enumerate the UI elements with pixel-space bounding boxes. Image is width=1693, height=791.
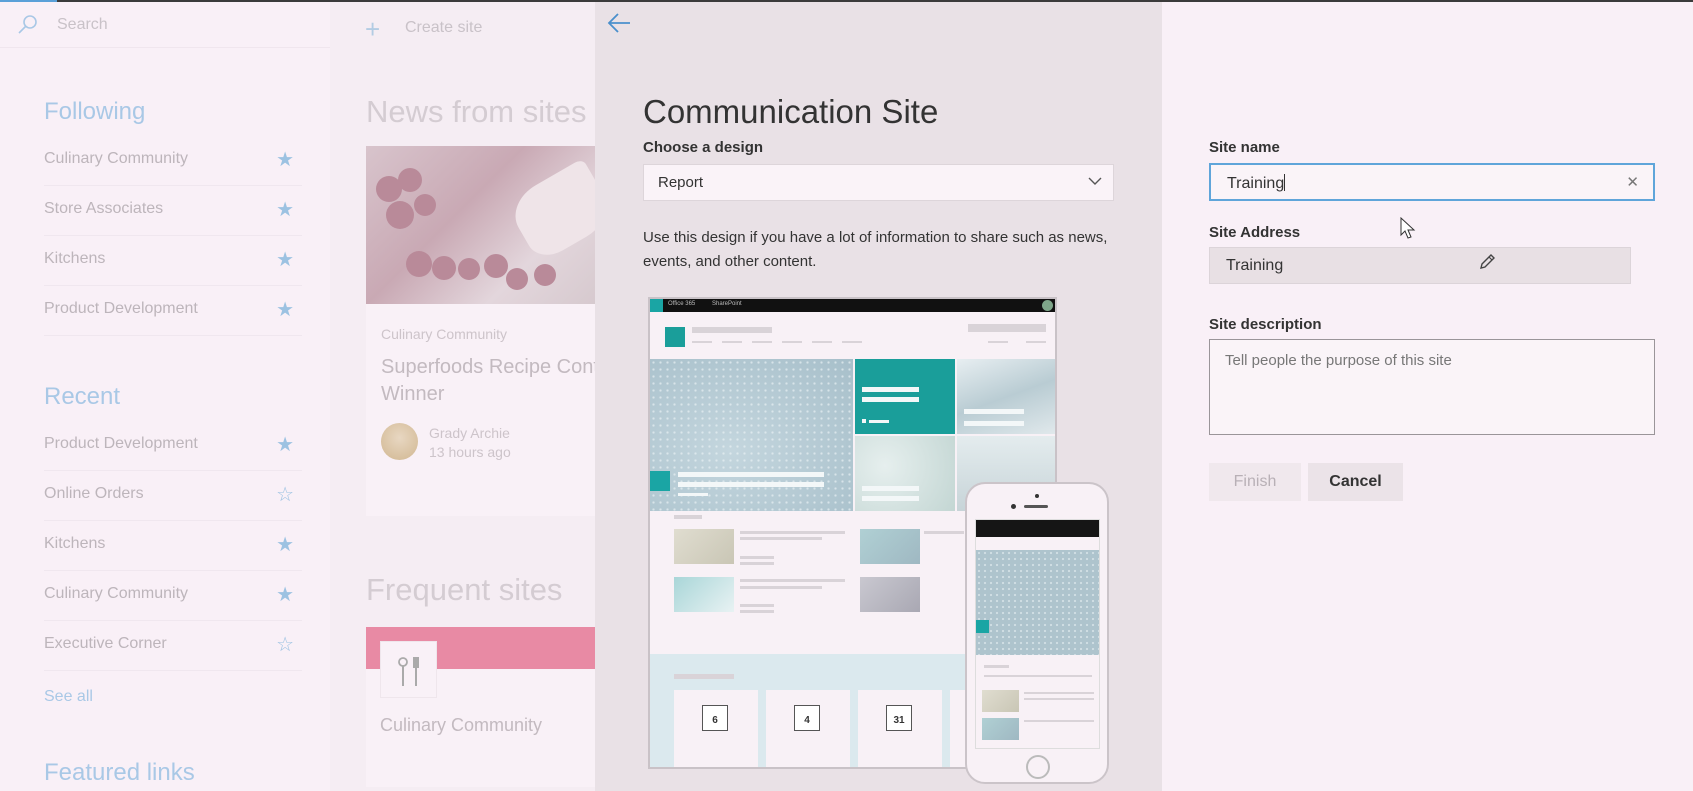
news-time: 13 hours ago <box>429 444 511 460</box>
pencil-edit-icon[interactable] <box>1478 253 1496 271</box>
news-author: Grady Archie <box>429 425 510 441</box>
star-filled-icon[interactable]: ★ <box>276 297 294 322</box>
text-caret <box>1284 174 1286 191</box>
app-launcher-icon <box>650 299 663 312</box>
design-label: Choose a design <box>643 139 764 156</box>
cancel-button[interactable]: Cancel <box>1308 463 1403 501</box>
design-description: Use this design if you have a lot of inf… <box>643 229 1108 270</box>
site-description-label: Site description <box>1209 316 1322 333</box>
star-filled-icon[interactable]: ★ <box>276 582 294 607</box>
search-icon <box>18 15 37 34</box>
preview-avatar <box>1042 300 1053 311</box>
following-item-label: Store Associates <box>44 200 164 217</box>
home-content: + Create site News from sites Culinary C… <box>330 2 595 791</box>
preview-hero <box>650 359 853 511</box>
news-image <box>366 146 595 304</box>
create-site-panel: Communication Site Choose a design Repor… <box>595 2 1162 791</box>
preview-suite-bar: Office 365 SharePoint <box>650 299 1055 312</box>
event-date: 31 <box>886 705 912 731</box>
preview-site-logo <box>665 327 685 347</box>
event-date: 6 <box>702 705 728 731</box>
event-date: 4 <box>794 705 820 731</box>
preview-app-name: Office 365 <box>668 301 696 307</box>
finish-button[interactable]: Finish <box>1209 463 1301 501</box>
site-description-input[interactable]: Tell people the purpose of this site <box>1209 339 1655 435</box>
preview-tile <box>957 359 1055 434</box>
search-box[interactable]: Search <box>0 2 330 48</box>
star-filled-icon[interactable]: ★ <box>276 197 294 222</box>
home-button-icon <box>1026 755 1050 779</box>
sidebar: Search Following Culinary Community ★ Stor… <box>0 2 330 791</box>
frequent-site-card[interactable]: Culinary Community <box>366 627 595 787</box>
preview-tile <box>855 359 955 434</box>
site-name-value: Training <box>1227 175 1285 192</box>
recent-item[interactable]: Culinary Community ★ <box>44 571 302 621</box>
recent-item-label: Online Orders <box>44 485 144 502</box>
mobile-preview <box>965 482 1109 784</box>
following-item-label: Product Development <box>44 300 198 317</box>
site-description-placeholder: Tell people the purpose of this site <box>1225 352 1452 369</box>
site-form: Site name Training ✕ Site Address Traini… <box>1162 2 1693 791</box>
clear-icon[interactable]: ✕ <box>1626 173 1639 191</box>
following-item[interactable]: Kitchens ★ <box>44 236 302 286</box>
following-item[interactable]: Store Associates ★ <box>44 186 302 236</box>
recent-item[interactable]: Kitchens ★ <box>44 521 302 571</box>
site-address-label: Site Address <box>1209 224 1301 241</box>
star-filled-icon[interactable]: ★ <box>276 532 294 557</box>
utensils-icon <box>380 641 437 698</box>
search-input[interactable]: Search <box>57 16 108 34</box>
back-arrow-icon[interactable] <box>607 12 631 34</box>
frequent-sites-heading: Frequent sites <box>366 572 563 607</box>
plus-icon: + <box>365 14 381 44</box>
following-item[interactable]: Product Development ★ <box>44 286 302 336</box>
design-dropdown[interactable]: Report <box>643 164 1114 201</box>
featured-links-heading: Featured links <box>44 759 195 786</box>
see-all-link[interactable]: See all <box>44 688 93 706</box>
recent-item-label: Executive Corner <box>44 635 167 652</box>
recent-item-label: Culinary Community <box>44 585 189 602</box>
star-filled-icon[interactable]: ★ <box>276 147 294 172</box>
create-site-label: Create site <box>405 19 483 36</box>
star-outline-icon[interactable]: ☆ <box>276 482 294 507</box>
news-card[interactable]: Culinary Community Superfoods Recipe Con… <box>366 146 595 516</box>
recent-item[interactable]: Product Development ★ <box>44 421 302 471</box>
site-name-label: Site name <box>1209 139 1280 156</box>
following-item-label: Kitchens <box>44 250 106 267</box>
star-filled-icon[interactable]: ★ <box>276 432 294 457</box>
panel-title: Communication Site <box>643 93 939 130</box>
star-outline-icon[interactable]: ☆ <box>276 632 294 657</box>
recent-item-label: Product Development <box>44 435 198 452</box>
recent-item-label: Kitchens <box>44 535 106 552</box>
recent-item[interactable]: Executive Corner ☆ <box>44 621 302 671</box>
preview-product-name: SharePoint <box>712 301 742 307</box>
following-item-label: Culinary Community <box>44 150 189 167</box>
design-selected-value: Report <box>658 174 704 191</box>
mouse-cursor-icon <box>1400 217 1416 239</box>
site-name-input[interactable]: Training ✕ <box>1209 163 1655 201</box>
star-filled-icon[interactable]: ★ <box>276 247 294 272</box>
site-address-value: Training <box>1226 257 1284 274</box>
recent-heading: Recent <box>44 383 121 410</box>
preview-tile <box>855 436 955 511</box>
site-address-input[interactable]: Training <box>1209 247 1631 284</box>
news-heading: News from sites <box>366 94 587 129</box>
author-avatar <box>381 423 418 460</box>
news-site-name: Culinary Community <box>381 326 508 342</box>
news-title[interactable]: Superfoods Recipe Contest Winner <box>381 354 595 408</box>
frequent-site-name: Culinary Community <box>380 715 543 735</box>
chevron-down-icon <box>1088 177 1102 185</box>
recent-item[interactable]: Online Orders ☆ <box>44 471 302 521</box>
following-heading: Following <box>44 98 146 125</box>
following-item[interactable]: Culinary Community ★ <box>44 136 302 186</box>
